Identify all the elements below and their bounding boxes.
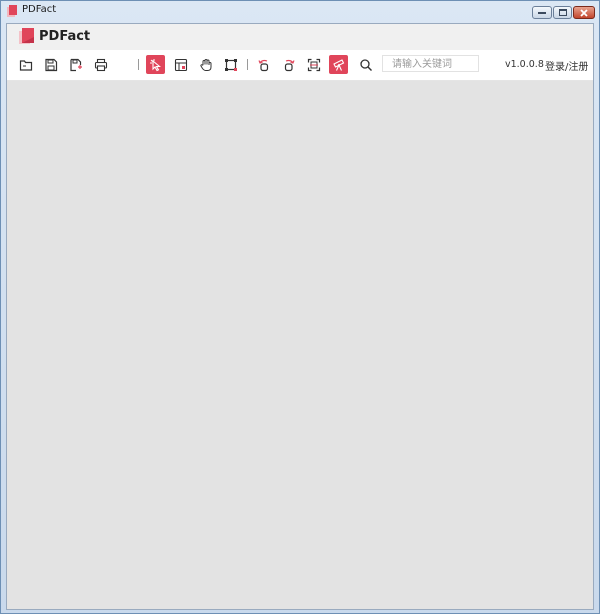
layout-icon	[174, 58, 187, 71]
select-tool-button[interactable]	[146, 55, 165, 74]
crop-tool-button[interactable]	[221, 55, 240, 74]
window-title: PDFact	[22, 4, 57, 15]
open-folder-icon	[19, 59, 32, 71]
search-icon	[359, 58, 372, 71]
select-pointer-icon	[149, 58, 161, 71]
version-label: v1.0.0.8	[505, 59, 544, 70]
hand-icon	[199, 58, 211, 71]
telescope-icon	[332, 58, 344, 71]
brand-logo-icon	[18, 27, 36, 45]
open-button[interactable]	[16, 55, 35, 74]
save-icon	[44, 58, 57, 71]
crop-icon	[224, 58, 237, 71]
search-input[interactable]	[382, 55, 479, 72]
search-button[interactable]	[356, 55, 375, 74]
toolbar-separator	[247, 59, 248, 70]
app-logo-icon	[6, 5, 18, 18]
app-window: PDFact PDFact 请输入关键词 v1.0.0.8 登录/注册	[0, 0, 600, 614]
minimize-icon	[538, 12, 546, 14]
save-as-button[interactable]	[66, 55, 85, 74]
hand-tool-button[interactable]	[196, 55, 215, 74]
save-button[interactable]	[41, 55, 60, 74]
close-icon	[580, 8, 588, 17]
print-icon	[94, 58, 107, 71]
title-bar[interactable]: PDFact	[1, 1, 599, 23]
brand-name: PDFact	[39, 29, 91, 44]
close-button[interactable]	[573, 6, 595, 19]
scan-button[interactable]	[304, 55, 323, 74]
maximize-button[interactable]	[553, 6, 572, 19]
scan-icon	[307, 58, 320, 71]
minimize-button[interactable]	[532, 6, 552, 19]
rotate-left-button[interactable]	[254, 55, 273, 74]
login-link[interactable]: 登录/注册	[545, 58, 588, 73]
layout-tool-button[interactable]	[171, 55, 190, 74]
toolbar-separator	[138, 59, 139, 70]
maximize-icon	[558, 9, 567, 16]
telescope-button[interactable]	[329, 55, 348, 74]
toolbar: v1.0.0.8 登录/注册	[7, 50, 593, 81]
print-button[interactable]	[91, 55, 110, 74]
rotate-right-button[interactable]	[279, 55, 298, 74]
save-as-icon	[69, 58, 82, 71]
client-area: PDFact 请输入关键词 v1.0.0.8 登录/注册	[6, 23, 594, 610]
rotate-left-icon	[257, 59, 268, 71]
brand-bar: PDFact	[7, 24, 593, 50]
rotate-right-icon	[284, 59, 295, 71]
